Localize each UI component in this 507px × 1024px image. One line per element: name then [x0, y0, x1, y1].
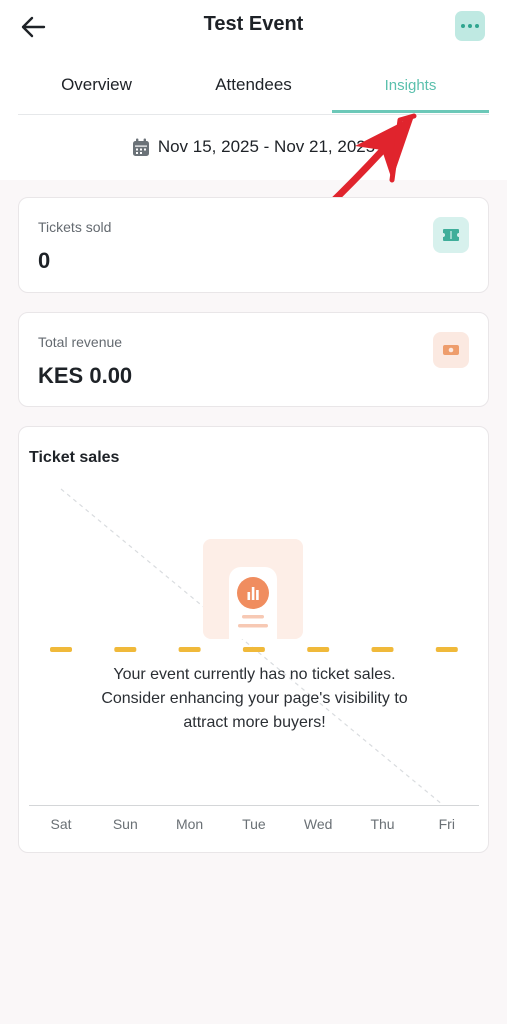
date-range-selector[interactable]: Nov 15, 2025 - Nov 21, 2025 [0, 134, 507, 160]
x-tick-fri: Fri [438, 816, 455, 832]
tab-attendees[interactable]: Attendees [175, 62, 332, 112]
bar-tue [242, 647, 265, 652]
x-tick-sat: Sat [50, 816, 72, 832]
bar-thu [371, 647, 394, 652]
x-tick-sun: Sun [112, 816, 138, 832]
ticket-sales-chart [50, 488, 458, 806]
tickets-sold-label: Tickets sold [38, 219, 112, 235]
x-tick-thu: Thu [370, 816, 395, 832]
bar-mon [178, 647, 201, 652]
tab-overview[interactable]: Overview [18, 62, 175, 112]
calendar-icon [132, 138, 149, 156]
total-revenue-card: Total revenue KES 0.00 [18, 312, 489, 407]
active-tab-indicator [332, 110, 489, 113]
tab-insights[interactable]: Insights [332, 62, 489, 112]
ticket-sales-card: Ticket sales Your event currently has no… [18, 426, 489, 853]
chart-empty-icon [203, 539, 303, 639]
bar-wed [307, 647, 330, 652]
tickets-sold-value: 0 [38, 248, 51, 273]
page-title: Test Event [203, 13, 304, 35]
total-revenue-label: Total revenue [38, 334, 123, 350]
bar-sat [50, 647, 72, 652]
cash-icon [433, 332, 469, 368]
empty-message-line: Consider enhancing your page's visibilit… [101, 690, 408, 707]
bar-sun [114, 647, 137, 652]
bar-fri [435, 647, 458, 652]
empty-message-line: attract more buyers! [183, 714, 326, 731]
more-dots-icon [461, 24, 465, 28]
tab-bar: Overview Attendees Insights [18, 62, 489, 115]
x-tick-mon: Mon [175, 816, 204, 832]
empty-message-line: Your event currently has no ticket sales… [113, 666, 396, 683]
more-button[interactable] [455, 11, 485, 41]
x-tick-wed: Wed [303, 816, 333, 832]
x-tick-tue: Tue [242, 816, 266, 832]
header: Test Event [0, 0, 507, 54]
date-range-text: Nov 15, 2025 - Nov 21, 2025 [157, 137, 376, 156]
ticket-icon [433, 217, 469, 253]
total-revenue-value: KES 0.00 [38, 363, 133, 388]
top-section: Test Event Overview Attendees Insights N… [0, 0, 507, 180]
tickets-sold-card: Tickets sold 0 [18, 197, 489, 293]
x-axis [29, 805, 479, 806]
more-dot [468, 24, 472, 28]
more-dot [475, 24, 479, 28]
